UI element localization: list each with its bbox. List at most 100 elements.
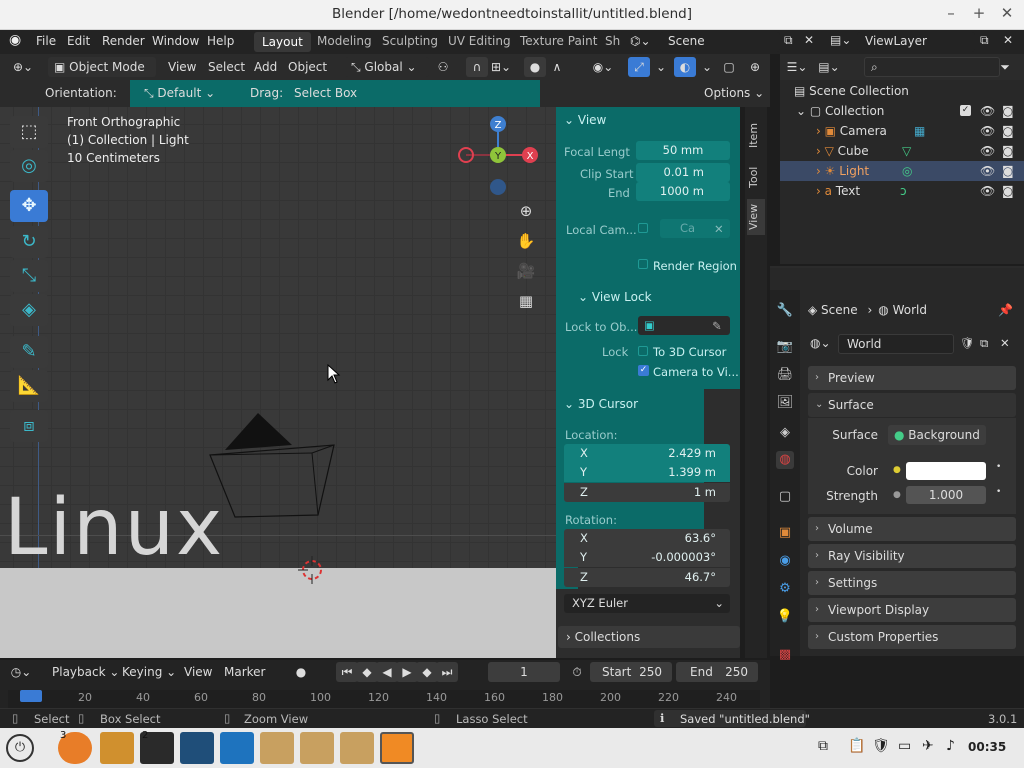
- tab-texture-paint[interactable]: Texture Paint: [518, 34, 599, 48]
- network-icon[interactable]: ✈: [922, 738, 934, 754]
- playhead[interactable]: [20, 690, 42, 702]
- blender-taskbar-icon[interactable]: [380, 732, 414, 764]
- tool-tab-icon[interactable]: 🔧: [776, 302, 794, 320]
- object-tab-icon[interactable]: ▣: [776, 524, 794, 542]
- view-panel-header[interactable]: ⌄ View: [564, 113, 606, 127]
- system-monitor-icon[interactable]: [180, 732, 214, 764]
- text-object-linux[interactable]: Linux: [4, 488, 224, 568]
- to-3d-cursor-checkbox[interactable]: [638, 346, 648, 356]
- constraints-tab-icon[interactable]: ⚙: [776, 580, 794, 598]
- jump-start-icon[interactable]: ⏮: [336, 662, 358, 682]
- rotation-mode-dropdown[interactable]: XYZ Euler ⌄: [564, 594, 730, 613]
- timeline-menu-playback[interactable]: Playback ⌄: [52, 665, 119, 679]
- rotation-z-field[interactable]: Z 46.7°: [564, 568, 730, 587]
- orientation-dropdown[interactable]: ⤡ Default ⌄: [138, 83, 240, 103]
- navigation-gizmo[interactable]: Z Y X: [456, 112, 540, 202]
- update-manager-icon[interactable]: ⧉: [818, 738, 828, 754]
- collection-checkbox[interactable]: ✓: [960, 105, 971, 116]
- proportional-edit-icon[interactable]: ●: [524, 57, 546, 77]
- camera-to-view-checkbox[interactable]: ✓: [638, 365, 649, 376]
- world-unlink-icon[interactable]: ✕: [1000, 336, 1010, 350]
- auto-keying-icon[interactable]: ●: [290, 662, 312, 682]
- fake-user-icon[interactable]: 🛡: [960, 336, 975, 350]
- location-x-field[interactable]: X 2.429 m: [564, 444, 730, 463]
- scene-copy-icon[interactable]: ⧉: [784, 33, 793, 48]
- clip-start-field[interactable]: 0.01 m: [636, 163, 730, 182]
- snap-settings-icon[interactable]: ⊞⌄: [490, 57, 512, 77]
- rotation-x-field[interactable]: X 63.6°: [564, 529, 730, 548]
- preview-panel[interactable]: › Preview: [808, 366, 1016, 390]
- 3d-cursor-header[interactable]: ⌄ 3D Cursor: [564, 397, 638, 411]
- transform-orientation-dropdown[interactable]: ⤡ Global ⌄: [345, 57, 429, 77]
- outliner-item-camera[interactable]: › ▣ Camera ▦ 👁 ◙: [780, 121, 1024, 141]
- tab-modeling[interactable]: Modeling: [315, 34, 374, 48]
- local-camera-clear-icon[interactable]: ✕: [714, 222, 724, 236]
- collections-panel-header[interactable]: › Collections: [558, 626, 740, 648]
- text-eye-icon[interactable]: 👁: [980, 181, 995, 201]
- menu-help[interactable]: Help: [207, 34, 234, 48]
- rotation-y-field[interactable]: Y -0.000003°: [564, 548, 730, 567]
- tab-shading[interactable]: Sh: [603, 34, 622, 48]
- outliner-item-cube[interactable]: › ▽ Cube ▽ 👁 ◙: [780, 141, 1024, 161]
- outliner-editor-icon[interactable]: ☰⌄: [786, 57, 808, 77]
- overlay-toggle-icon[interactable]: ◐: [674, 57, 696, 77]
- timeline-ruler[interactable]: 20 40 60 80 100 120 140 160 180 200 220 240: [8, 690, 760, 708]
- shield-icon[interactable]: 🛡: [872, 738, 890, 754]
- render-tab-icon[interactable]: 📷: [776, 338, 794, 356]
- viewport-display-panel[interactable]: › Viewport Display: [808, 598, 1016, 622]
- light-render-icon[interactable]: ◙: [1002, 161, 1014, 181]
- scene-name-field[interactable]: Scene: [660, 32, 780, 52]
- camera-view-icon[interactable]: 🎥: [513, 258, 539, 284]
- visibility-icon[interactable]: ◉⌄: [592, 57, 614, 77]
- volume-icon[interactable]: ♪: [946, 738, 955, 754]
- world-copy-icon[interactable]: ⧉: [980, 336, 988, 351]
- clip-end-field[interactable]: 1000 m: [636, 182, 730, 201]
- editor-type-icon[interactable]: ⊕⌄: [12, 57, 34, 77]
- outliner-display-icon[interactable]: ▤⌄: [818, 57, 840, 77]
- end-frame-field[interactable]: End 250: [676, 662, 758, 682]
- camera-object[interactable]: [200, 405, 350, 525]
- drag-dropdown[interactable]: Select Box ⌄: [288, 83, 364, 120]
- local-camera-checkbox[interactable]: [638, 223, 648, 233]
- cube-eye-icon[interactable]: 👁: [980, 141, 995, 161]
- volume-panel[interactable]: › Volume: [808, 517, 1016, 541]
- location-y-field[interactable]: Y 1.399 m: [564, 463, 730, 482]
- outliner-search-input[interactable]: ⌕: [864, 57, 1000, 77]
- tab-layout[interactable]: Layout: [254, 32, 311, 52]
- location-z-field[interactable]: Z 1 m: [564, 483, 730, 502]
- eyedropper-icon[interactable]: ✎: [712, 319, 722, 333]
- maximize-button[interactable]: +: [968, 4, 990, 24]
- transform-tool[interactable]: ◈: [10, 294, 48, 326]
- snap-icon[interactable]: ∩: [466, 57, 488, 77]
- scale-tool[interactable]: ⤡: [10, 260, 48, 292]
- start-frame-field[interactable]: Start 250: [590, 662, 672, 682]
- tab-uv-editing[interactable]: UV Editing: [446, 34, 513, 48]
- play-reverse-icon[interactable]: ◀: [376, 662, 398, 682]
- camera-render-icon[interactable]: ◙: [1002, 121, 1014, 141]
- breadcrumb-world[interactable]: World: [893, 303, 927, 317]
- view-lock-header[interactable]: ⌄ View Lock: [578, 290, 652, 304]
- play-icon[interactable]: ▶: [396, 662, 418, 682]
- app-launcher-icon[interactable]: [220, 732, 254, 764]
- move-tool[interactable]: ✥: [10, 190, 48, 222]
- falloff-icon[interactable]: ∧: [546, 57, 568, 77]
- outliner-item-light[interactable]: › ☀ Light ◎ 👁 ◙: [780, 161, 1024, 181]
- viewport-menu-view[interactable]: View: [168, 60, 196, 74]
- blender-logo-icon[interactable]: ◉: [9, 32, 21, 48]
- collection-tab-icon[interactable]: ▢: [776, 488, 794, 506]
- surface-panel[interactable]: ⌄ Surface: [808, 393, 1016, 417]
- next-keyframe-icon[interactable]: ◆: [416, 662, 438, 682]
- scene-close-icon[interactable]: ✕: [804, 33, 814, 47]
- pan-hand-icon[interactable]: ✋: [513, 228, 539, 254]
- files-icon[interactable]: [100, 732, 134, 764]
- options-dropdown[interactable]: Options ⌄: [704, 86, 764, 100]
- measure-tool[interactable]: 📐: [10, 370, 48, 402]
- start-menu-icon[interactable]: ⏻: [6, 734, 34, 762]
- package-icon-2[interactable]: [300, 732, 334, 764]
- menu-edit[interactable]: Edit: [67, 34, 90, 48]
- battery-icon[interactable]: ▭: [898, 738, 911, 754]
- clipboard-icon[interactable]: 📋: [848, 738, 865, 754]
- annotate-tool[interactable]: ✎: [10, 336, 48, 368]
- physics-tab-icon[interactable]: ◉: [776, 552, 794, 570]
- settings-panel[interactable]: › Settings: [808, 571, 1016, 595]
